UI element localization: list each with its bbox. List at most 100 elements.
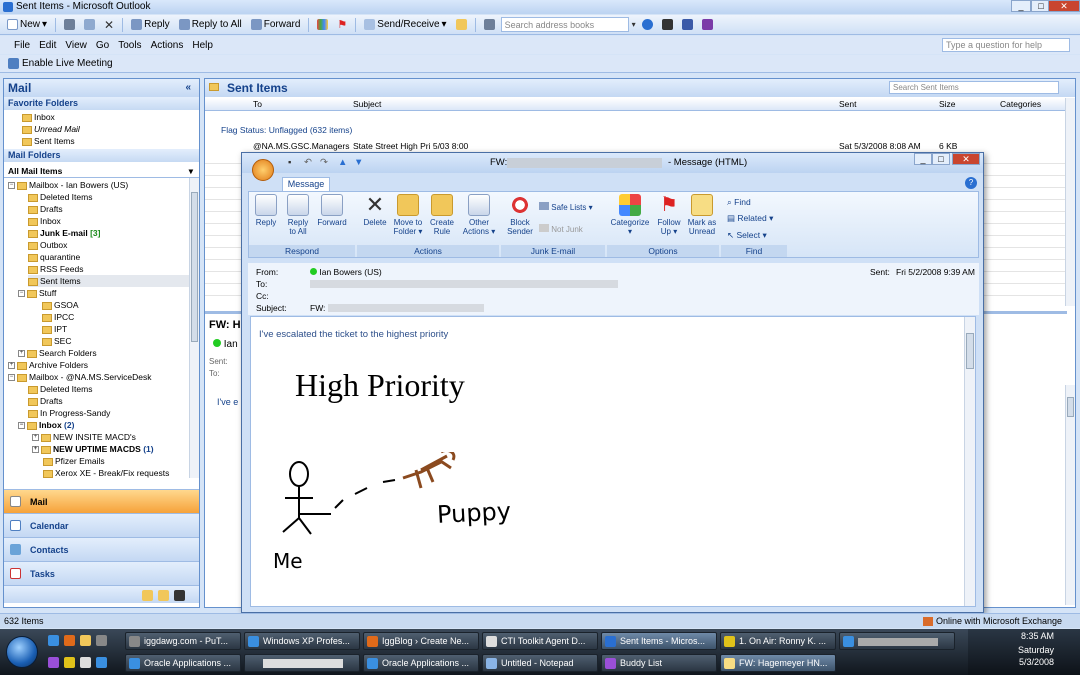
minimize-button[interactable]: _ [1011, 0, 1031, 12]
app-icon[interactable] [80, 657, 91, 668]
ribbon-other-actions-button[interactable]: Other Actions ▾ [460, 194, 498, 236]
ribbon-forward-button[interactable]: Forward [315, 194, 349, 227]
collapse-icon[interactable]: − [8, 374, 15, 382]
app-icon[interactable] [96, 657, 107, 668]
folder-list-icon[interactable] [158, 590, 169, 601]
folder-quarantine[interactable]: quarantine [28, 251, 199, 263]
folder-gsoa[interactable]: GSOA [42, 299, 199, 311]
collapse-icon[interactable]: « [185, 79, 191, 97]
col-size[interactable]: Size [939, 98, 956, 111]
shortcuts-icon[interactable] [174, 590, 185, 601]
search-sent-items-input[interactable]: Search Sent Items [889, 81, 1059, 94]
all-mail-items-select[interactable]: All Mail Items ▾ [4, 162, 199, 178]
menu-help[interactable]: Help [192, 40, 213, 51]
previous-item-icon[interactable]: ▲ [338, 153, 347, 173]
next-item-icon[interactable]: ▼ [354, 153, 363, 173]
folder-drafts[interactable]: Drafts [28, 203, 199, 215]
body-scrollbar[interactable] [964, 317, 975, 606]
start-button[interactable] [6, 636, 38, 668]
nav-mail-button[interactable]: Mail [4, 489, 199, 513]
ribbon-create-rule-button[interactable]: Create Rule [425, 194, 459, 236]
col-to[interactable]: To [253, 98, 262, 111]
folder-inbox[interactable]: Inbox [28, 215, 199, 227]
ribbon-categorize-button[interactable]: Categorize ▾ [608, 194, 652, 236]
send-receive-button[interactable]: Send/Receive ▾ [361, 17, 449, 33]
expand-icon[interactable]: + [8, 362, 15, 370]
favorite-folders-header[interactable]: Favorite Folders [4, 97, 199, 110]
taskbar-item-buddy-list[interactable]: Buddy List [601, 654, 717, 672]
ribbon-follow-up-button[interactable]: ⚑ Follow Up ▾ [652, 194, 686, 236]
addin-button-1[interactable] [659, 17, 676, 33]
ribbon-reply-all-button[interactable]: Reply to All [281, 194, 315, 236]
close-button[interactable]: ✕ [1048, 0, 1080, 12]
nav-contacts-button[interactable]: Contacts [4, 537, 199, 561]
archive-folders[interactable]: + Archive Folders [8, 359, 199, 371]
msg-minimize-button[interactable]: _ [914, 153, 932, 165]
collapse-icon[interactable]: − [18, 422, 25, 430]
quick-save-icon[interactable]: ▪ [288, 153, 291, 173]
favorite-sent-items[interactable]: Sent Items [22, 135, 199, 147]
redo-icon[interactable]: ↷ [320, 153, 328, 173]
folder-rss-feeds[interactable]: RSS Feeds [28, 263, 199, 275]
expand-icon[interactable]: + [32, 446, 39, 454]
favorite-inbox[interactable]: Inbox [22, 111, 199, 123]
ribbon-not-junk-button[interactable]: Not Junk [539, 224, 583, 234]
preview-scrollbar[interactable] [1065, 385, 1075, 605]
taskbar-item-fw-hagemeyer[interactable]: FW: Hagemeyer HN... [720, 654, 836, 672]
scrollbar-thumb[interactable] [191, 192, 198, 342]
folder-new-insite-macds[interactable]: + NEW INSITE MACD's [32, 431, 199, 443]
folder-outbox[interactable]: Outbox [28, 239, 199, 251]
menu-tools[interactable]: Tools [118, 40, 141, 51]
folder-junk-email[interactable]: Junk E-mail [3] [28, 227, 199, 239]
scrollbar-thumb[interactable] [966, 333, 974, 369]
message-body[interactable]: I've escalated the ticket to the highest… [250, 316, 976, 607]
nav-calendar-button[interactable]: Calendar [4, 513, 199, 537]
notes-icon[interactable] [142, 590, 153, 601]
mail-folders-header[interactable]: Mail Folders [4, 149, 199, 162]
favorite-unread-mail[interactable]: Unread Mail [22, 123, 199, 135]
taskbar-item-sent-items[interactable]: Sent Items - Micros... [601, 632, 717, 650]
folder-scrollbar[interactable] [189, 178, 199, 478]
print-button[interactable] [61, 17, 78, 33]
folder-stuff[interactable]: − Stuff [18, 287, 199, 299]
taskbar-item-iggblog[interactable]: IggBlog › Create Ne... [363, 632, 479, 650]
reply-button[interactable]: Reply [128, 17, 173, 33]
tab-message[interactable]: Message [282, 177, 330, 191]
ribbon-mark-unread-button[interactable]: Mark as Unread [683, 194, 721, 236]
taskbar-item-oracle-1[interactable]: Oracle Applications ... [125, 654, 241, 672]
folder-xerox-xe[interactable]: Xerox XE - Break/Fix requests [32, 467, 199, 478]
menu-actions[interactable]: Actions [151, 40, 184, 51]
ribbon-block-sender-button[interactable]: Block Sender [503, 194, 537, 236]
folder-deleted-items[interactable]: Deleted Items [28, 191, 199, 203]
delete-button[interactable]: ✕ [101, 17, 117, 33]
undo-icon[interactable]: ↶ [304, 153, 312, 173]
taskbar-item-windows-xp[interactable]: Windows XP Profes... [244, 632, 360, 650]
taskbar-item-on-air[interactable]: 1. On Air: Ronny K. ... [720, 632, 836, 650]
menu-edit[interactable]: Edit [39, 40, 56, 51]
ribbon-related-button[interactable]: ▤ Related ▾ [727, 213, 773, 224]
taskbar-item-putty[interactable]: iggdawg.com - PuT... [125, 632, 241, 650]
taskbar-item-notepad[interactable]: Untitled - Notepad [482, 654, 598, 672]
ribbon-delete-button[interactable]: ✕ Delete [358, 194, 392, 228]
help-question-input[interactable]: Type a question for help [942, 38, 1070, 52]
folder-button[interactable] [453, 17, 470, 33]
mailbox-servicedesk[interactable]: − Mailbox - @NA.MS.ServiceDesk [8, 371, 199, 383]
help-button[interactable] [639, 17, 656, 33]
ribbon-select-button[interactable]: ↖ Select ▾ [727, 230, 767, 241]
menu-file[interactable]: File [14, 40, 30, 51]
help-icon[interactable]: ? [965, 177, 977, 189]
msg-maximize-button[interactable]: □ [932, 153, 950, 165]
clock-time[interactable]: 8:35 AM [968, 629, 1054, 641]
from-value[interactable]: Ian Bowers (US) [310, 266, 382, 278]
col-sent[interactable]: Sent [839, 98, 857, 111]
folder-icon[interactable] [80, 635, 91, 646]
ribbon-find-button[interactable]: ⌕ Find [727, 197, 751, 208]
folder-in-progress-sandy[interactable]: In Progress-Sandy [28, 407, 199, 419]
scrollbar-thumb[interactable] [1067, 397, 1074, 417]
collapse-icon[interactable]: − [18, 290, 25, 298]
folder-ipcc[interactable]: IPCC [42, 311, 199, 323]
taskbar-item-redacted-2[interactable] [244, 654, 360, 672]
list-scrollbar[interactable] [1065, 98, 1075, 306]
table-row[interactable]: @NA.MS.GSC.Managers State Street High Pr… [205, 140, 1067, 152]
col-categories[interactable]: Categories [1000, 98, 1041, 111]
